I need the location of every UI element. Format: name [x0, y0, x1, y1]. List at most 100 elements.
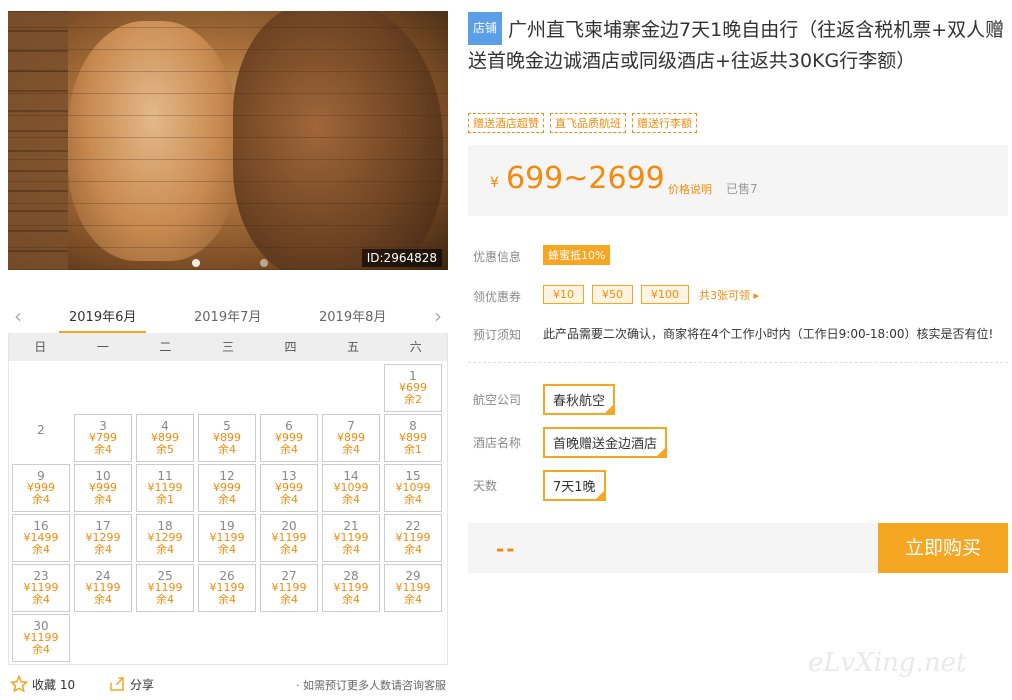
days-option[interactable]: 7天1晚 [543, 470, 606, 501]
share-button[interactable]: 分享 [108, 675, 154, 693]
calendar-day[interactable]: 20 ¥1199 余4 [260, 514, 318, 562]
coupon-50[interactable]: ¥50 [592, 285, 633, 304]
calendar-day[interactable]: 11 ¥1199 余1 [136, 464, 194, 512]
next-month-icon[interactable]: › [434, 304, 442, 328]
product-tags: 赠送酒店超赞 直飞品质航班 赠送行李额 [468, 113, 697, 133]
day-stock: 余4 [94, 443, 112, 456]
tag-hotel: 赠送酒店超赞 [468, 113, 544, 133]
product-title-text: 广州直飞柬埔寨金边7天1晚自由行（往返含税机票+双人赠送首晚金边诚酒店或同级酒店… [468, 19, 1005, 72]
calendar-day[interactable]: 3 ¥799 余4 [74, 414, 132, 462]
tag-flight: 直飞品质航班 [550, 113, 626, 133]
calendar-day[interactable]: 26 ¥1199 余4 [198, 564, 256, 612]
price-range: 699~2699 [506, 161, 665, 196]
airline-option[interactable]: 春秋航空 [543, 384, 616, 415]
day-stock: 余4 [32, 493, 50, 506]
calendar-day[interactable]: 27 ¥1199 余4 [260, 564, 318, 612]
calendar-day[interactable]: 25 ¥1199 余4 [136, 564, 194, 612]
hotel-option[interactable]: 首晚赠送金边酒店 [543, 427, 668, 458]
calendar-day[interactable]: 15 ¥1099 余4 [384, 464, 442, 512]
calendar-day[interactable]: 22 ¥1199 余4 [384, 514, 442, 562]
carousel-dot[interactable] [192, 259, 200, 267]
weekday-header: 日 一 二 三 四 五 六 [9, 333, 447, 361]
coupon-more-link[interactable]: 共3张可领 ▸ [699, 287, 759, 303]
discount-badge: 蜂蜜抵10% [543, 245, 611, 265]
prev-month-icon[interactable]: ‹ [14, 304, 22, 328]
day-stock: 余2 [404, 393, 422, 406]
calendar-day[interactable]: 23 ¥1199 余4 [12, 564, 70, 612]
calendar-day[interactable]: 19 ¥1199 余4 [198, 514, 256, 562]
favorite-label: 收藏 10 [32, 677, 76, 692]
day-number: 2 [37, 423, 45, 437]
calendar-day[interactable]: 5 ¥899 余4 [198, 414, 256, 462]
coupon-100[interactable]: ¥100 [641, 285, 689, 304]
carousel-dots[interactable] [192, 259, 268, 267]
tab-month-july[interactable]: 2019年7月 [194, 306, 261, 325]
day-stock: 余4 [156, 593, 174, 606]
weekday-label: 日 [34, 340, 47, 354]
calendar-grid: 1 ¥699 余2 2 3 ¥799 余4 4 ¥899 余5 5 ¥899 余4 6 ¥999 余4 7 ¥89… [9, 361, 447, 665]
day-stock: 余4 [404, 593, 422, 606]
photo-id-tag: ID:2964828 [361, 249, 442, 267]
weekday-label: 四 [284, 340, 297, 354]
calendar-cell [322, 364, 380, 412]
day-stock: 余4 [32, 593, 50, 606]
calendar-day[interactable]: 1 ¥699 余2 [384, 364, 442, 412]
day-stock: 余4 [156, 543, 174, 556]
day-stock: 余1 [404, 443, 422, 456]
favorite-button[interactable]: 收藏 10 [10, 675, 75, 693]
calendar-day[interactable]: 10 ¥999 余4 [74, 464, 132, 512]
store-badge[interactable]: 店铺 [468, 12, 503, 45]
day-stock: 余4 [280, 443, 298, 456]
day-stock: 余4 [280, 543, 298, 556]
day-stock: 余4 [218, 543, 236, 556]
price-description-link[interactable]: 价格说明 [668, 181, 712, 197]
watermark: eLvXing.net [808, 648, 967, 678]
calendar-day[interactable]: 24 ¥1199 余4 [74, 564, 132, 612]
calendar-cell [74, 364, 132, 412]
share-icon [110, 677, 124, 691]
calendar-day[interactable]: 17 ¥1299 余4 [74, 514, 132, 562]
day-stock: 余4 [404, 543, 422, 556]
days-label: 天数 [473, 479, 498, 493]
weekday-label: 三 [221, 340, 234, 354]
calendar-day[interactable]: 30 ¥1199 余4 [12, 614, 70, 662]
share-label: 分享 [130, 677, 155, 692]
calendar-day[interactable]: 9 ¥999 余4 [12, 464, 70, 512]
calendar-day[interactable]: 6 ¥999 余4 [260, 414, 318, 462]
day-stock: 余4 [404, 493, 422, 506]
calendar-day[interactable]: 16 ¥1499 余4 [12, 514, 70, 562]
calendar-cell [198, 364, 256, 412]
calendar-day[interactable]: 4 ¥899 余5 [136, 414, 194, 462]
tab-month-june[interactable]: 2019年6月 [58, 306, 147, 334]
calendar-day[interactable]: 18 ¥1299 余4 [136, 514, 194, 562]
day-stock: 余4 [342, 443, 360, 456]
day-stock: 余1 [156, 493, 174, 506]
buy-now-button[interactable]: 立即购买 [878, 523, 1008, 573]
bottom-actions: 收藏 10 分享 · 如需预订更多人数请咨询客服 [8, 672, 448, 696]
calendar-day[interactable]: 12 ¥999 余4 [198, 464, 256, 512]
price-box: ¥ 699~2699 价格说明 已售7 [468, 145, 1008, 216]
day-stock: 余4 [218, 493, 236, 506]
carousel-dot[interactable] [260, 259, 268, 267]
weekday-label: 一 [96, 340, 109, 354]
calendar-day[interactable]: 13 ¥999 余4 [260, 464, 318, 512]
calendar-day[interactable]: 7 ¥899 余4 [322, 414, 380, 462]
coupon-list: ¥10 ¥50 ¥100 共3张可领 ▸ [543, 285, 759, 304]
coupon-10[interactable]: ¥10 [543, 285, 584, 304]
calendar-cell [136, 364, 194, 412]
calendar-day[interactable]: 14 ¥1099 余4 [322, 464, 380, 512]
calendar-cell [260, 364, 318, 412]
product-title: 店铺 广州直飞柬埔寨金边7天1晚自由行（往返含税机票+双人赠送首晚金边诚酒店或同级… [468, 12, 1008, 77]
calendar-day[interactable]: 8 ¥899 余1 [384, 414, 442, 462]
tab-month-august[interactable]: 2019年8月 [319, 306, 386, 325]
calendar-cell [12, 364, 70, 412]
price-calendar: 日 一 二 三 四 五 六 1 ¥699 余2 2 3 ¥799 余4 4 ¥899 余5 5 ¥89… [8, 333, 448, 665]
calendar-day[interactable]: 21 ¥1199 余4 [322, 514, 380, 562]
month-tabs: ‹ 2019年6月 2019年7月 2019年8月 › [8, 300, 448, 334]
calendar-day[interactable]: 29 ¥1199 余4 [384, 564, 442, 612]
product-photo[interactable]: ID:2964828 [8, 11, 448, 270]
day-stock: 余4 [342, 593, 360, 606]
discount-label: 优惠信息 [473, 250, 522, 264]
day-stock: 余4 [94, 493, 112, 506]
calendar-day[interactable]: 28 ¥1199 余4 [322, 564, 380, 612]
